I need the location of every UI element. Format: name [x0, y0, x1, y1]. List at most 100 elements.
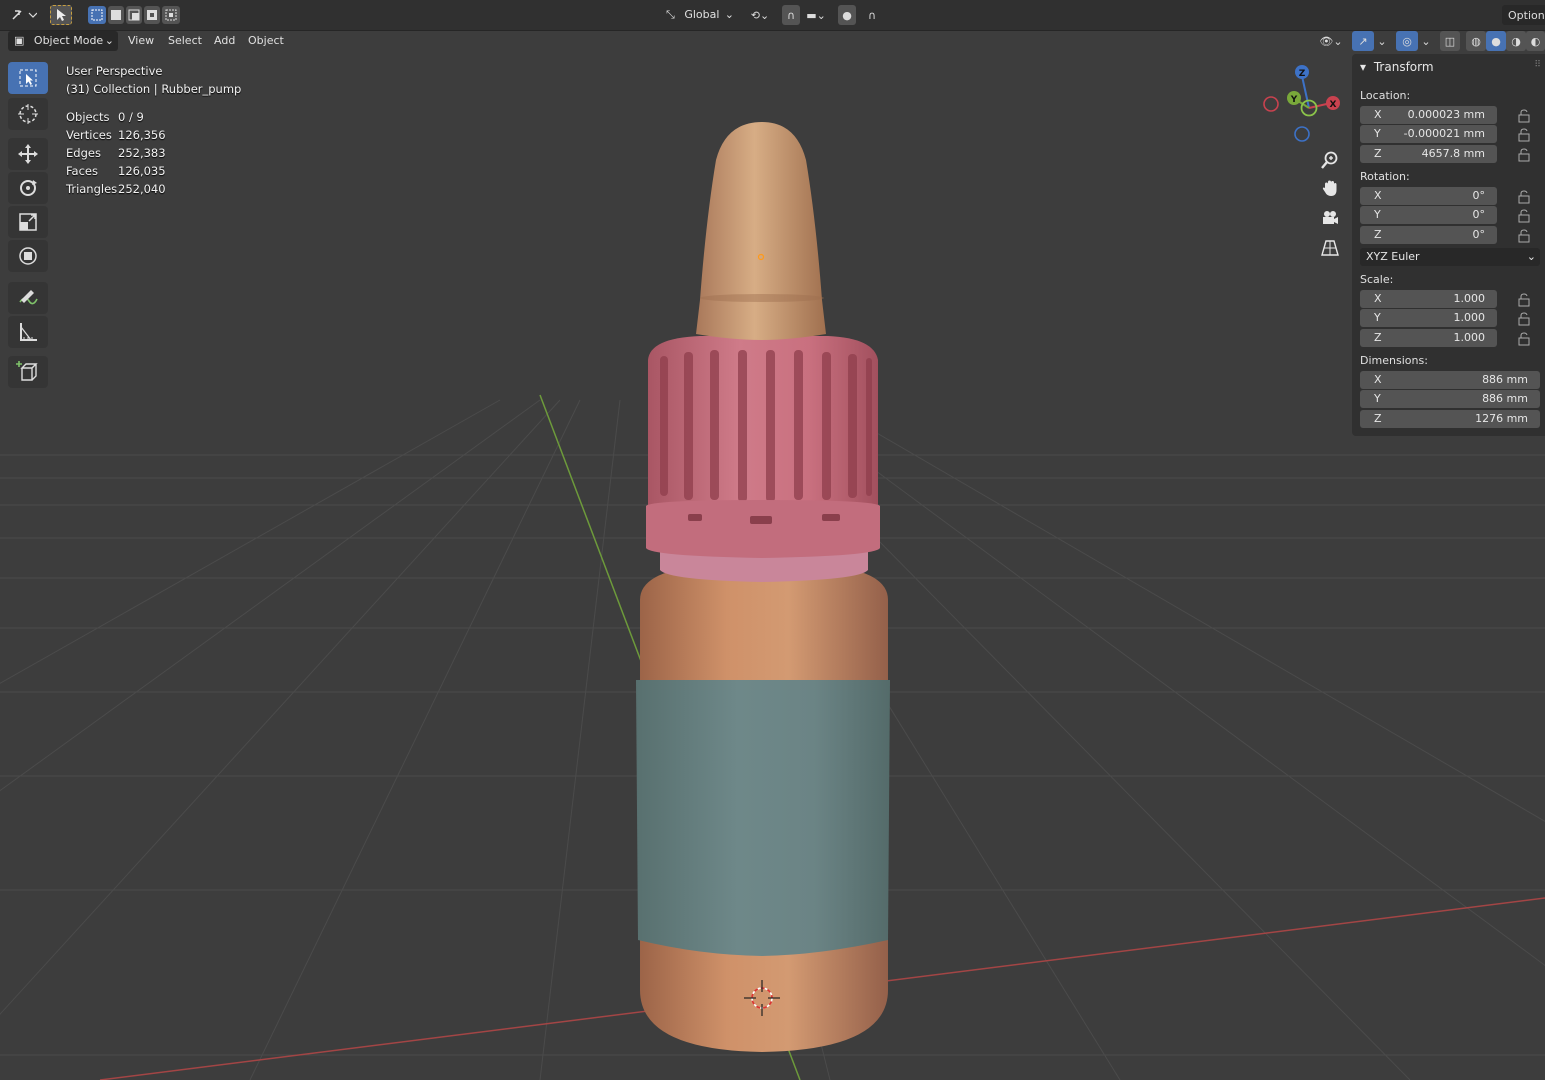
chevron-down-icon: ⌄: [1377, 34, 1387, 48]
xray-toggle[interactable]: ◫: [1440, 31, 1460, 51]
gizmo-toggle[interactable]: ↗: [1352, 31, 1374, 51]
location-x-field[interactable]: X 0.000023 mm: [1360, 106, 1497, 124]
scale-z-field[interactable]: Z 1.000: [1360, 329, 1497, 347]
pan-button[interactable]: [1316, 174, 1344, 202]
annotate-icon: [19, 290, 38, 305]
stat-triangles: Triangles 252,040: [66, 180, 166, 198]
collapse-arrow-icon: ▾: [1360, 60, 1367, 74]
drag-handle-icon[interactable]: ⠿: [1534, 60, 1541, 70]
field-value: 886 mm: [1482, 373, 1528, 386]
select-intersect-icon: [165, 9, 177, 21]
transform-orientation-dropdown[interactable]: ⤡ Global ⌄: [660, 5, 738, 25]
lock-icon[interactable]: [1517, 109, 1531, 123]
editor-type-button[interactable]: [8, 5, 40, 25]
stat-faces: Faces 126,035: [66, 162, 166, 180]
pivot-icon: ⟲⌄: [750, 8, 770, 22]
select-tool-button[interactable]: [50, 5, 72, 25]
snap-target-dropdown[interactable]: ▬⌄: [802, 5, 830, 25]
rotation-y-field[interactable]: Y 0°: [1360, 206, 1497, 224]
zoom-button[interactable]: [1316, 146, 1344, 174]
shading-rendered-button[interactable]: ◐: [1526, 31, 1545, 51]
menu-view[interactable]: View: [122, 31, 160, 51]
gizmo-dropdown[interactable]: ⌄: [1374, 31, 1390, 51]
camera-view-button[interactable]: [1316, 204, 1344, 232]
stat-value: 252,040: [118, 182, 166, 196]
menu-add[interactable]: Add: [208, 31, 241, 51]
proportional-edit-toggle[interactable]: ●: [838, 5, 856, 25]
tool-cursor[interactable]: [8, 98, 48, 130]
scene-statistics: Objects 0 / 9 Vertices 126,356 Edges 252,38…: [66, 108, 166, 198]
orientation-icon: ⤡: [666, 8, 675, 21]
lock-icon[interactable]: [1517, 332, 1531, 346]
select-intersect-button[interactable]: [162, 6, 180, 24]
select-subtract-button[interactable]: [126, 6, 142, 24]
tool-annotate[interactable]: [8, 282, 48, 314]
shading-wireframe-button[interactable]: ◍: [1466, 31, 1486, 51]
visibility-dropdown[interactable]: 👁⌄: [1316, 31, 1346, 51]
location-y-field[interactable]: Y -0.000021 mm: [1360, 125, 1497, 143]
dimensions-z-field[interactable]: Z 1276 mm: [1360, 410, 1540, 428]
scale-icon: [19, 213, 37, 231]
lock-icon[interactable]: [1517, 312, 1531, 326]
snap-toggle[interactable]: ∩: [782, 5, 800, 25]
rotate-icon: [20, 180, 37, 196]
pivot-point-button[interactable]: ⟲⌄: [746, 5, 774, 25]
axis-label: X: [1374, 108, 1382, 121]
menu-object[interactable]: Object: [242, 31, 290, 51]
shading-solid-button[interactable]: ●: [1486, 31, 1506, 51]
lock-icon[interactable]: [1517, 229, 1531, 243]
location-z-field[interactable]: Z 4657.8 mm: [1360, 145, 1497, 163]
viewport-header: ▣ Object Mode ⌄ View Select Add Object 👁…: [0, 30, 1545, 52]
rotation-x-field[interactable]: X 0°: [1360, 187, 1497, 205]
lock-icon[interactable]: [1517, 128, 1531, 142]
stat-label: Vertices: [66, 128, 112, 142]
scale-y-field[interactable]: Y 1.000: [1360, 309, 1497, 327]
dimensions-y-field[interactable]: Y 886 mm: [1360, 390, 1540, 408]
grid-perspective-icon: [1321, 240, 1339, 256]
overlays-toggle[interactable]: ◎: [1396, 31, 1418, 51]
tool-add-cube[interactable]: [8, 356, 48, 388]
stat-objects: Objects 0 / 9: [66, 108, 166, 126]
rotation-mode-dropdown[interactable]: XYZ Euler ⌄: [1360, 248, 1540, 266]
field-value: 1.000: [1453, 292, 1486, 305]
view-name: User Perspective: [66, 64, 163, 78]
select-new-button[interactable]: [88, 6, 106, 24]
stat-edges: Edges 252,383: [66, 144, 166, 162]
tool-move[interactable]: [8, 138, 48, 170]
tool-measure[interactable]: [8, 316, 48, 348]
axis-label: X: [1374, 189, 1382, 202]
tool-select-box[interactable]: [8, 62, 48, 94]
tool-scale[interactable]: [8, 206, 48, 238]
lock-icon[interactable]: [1517, 190, 1531, 204]
lock-icon[interactable]: [1517, 209, 1531, 223]
chevron-down-icon: ⌄: [104, 34, 114, 47]
axis-label: Y: [1374, 208, 1381, 221]
options-button[interactable]: Options: [1502, 5, 1545, 25]
lock-icon[interactable]: [1517, 148, 1531, 162]
select-invert-button[interactable]: [144, 6, 160, 24]
field-value: 886 mm: [1482, 392, 1528, 405]
rotation-mode-value: XYZ Euler: [1366, 250, 1420, 263]
panel-header[interactable]: ▾ Transform: [1360, 58, 1434, 76]
shading-material-button[interactable]: ◑: [1506, 31, 1526, 51]
perspective-toggle-button[interactable]: [1316, 234, 1344, 262]
falloff-dropdown[interactable]: ∩: [858, 5, 886, 25]
dimensions-x-field[interactable]: X 886 mm: [1360, 371, 1540, 389]
select-extend-button[interactable]: [108, 6, 124, 24]
orientation-label: Global: [684, 8, 720, 21]
tool-rotate[interactable]: [8, 172, 48, 204]
rendered-sphere-icon: ◐: [1530, 34, 1541, 48]
viewport-3d[interactable]: Z X Y: [0, 0, 1545, 1080]
menu-select[interactable]: Select: [162, 31, 208, 51]
overlays-dropdown[interactable]: ⌄: [1418, 31, 1434, 51]
lock-icon[interactable]: [1517, 293, 1531, 307]
cap: [648, 336, 878, 520]
overlays-icon: ◎: [1402, 34, 1412, 48]
axis-label: Z: [1374, 147, 1382, 160]
proportional-edit-icon: ●: [842, 8, 852, 22]
tool-transform[interactable]: [8, 240, 48, 272]
transform-panel: ▾ Transform ⠿ Location: X 0.000023 mm Y -0…: [1352, 54, 1545, 436]
rotation-z-field[interactable]: Z 0°: [1360, 226, 1497, 244]
mode-dropdown[interactable]: ▣ Object Mode ⌄: [8, 31, 118, 51]
scale-x-field[interactable]: X 1.000: [1360, 290, 1497, 308]
